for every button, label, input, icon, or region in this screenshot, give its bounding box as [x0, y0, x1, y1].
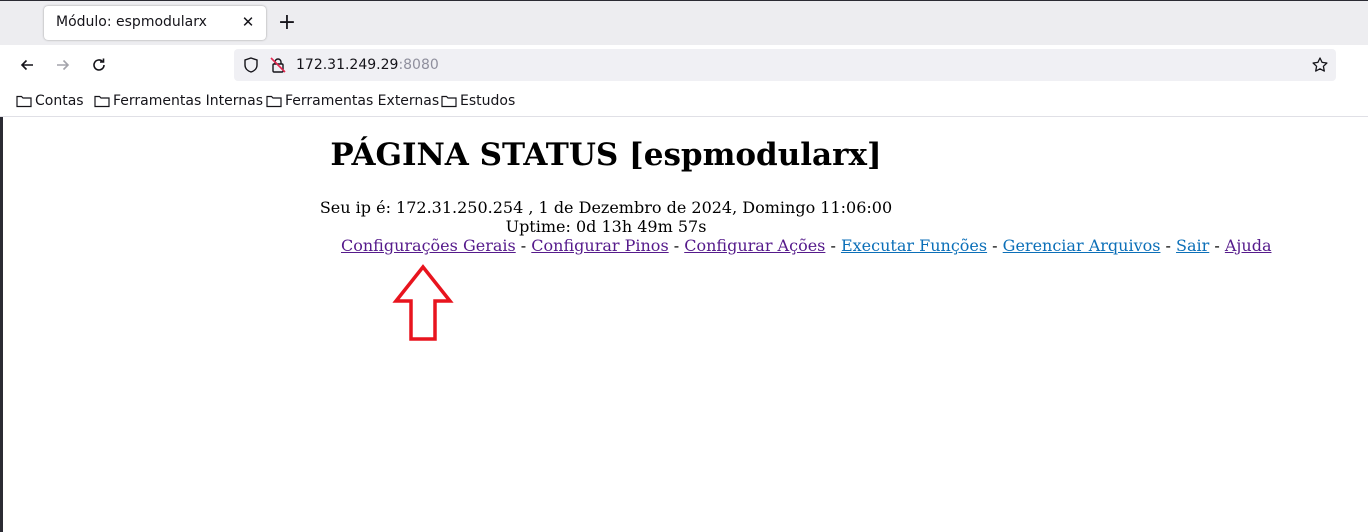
ip-date-line: Seu ip é: 172.31.250.254 , 1 de Dezembro… [319, 198, 893, 217]
url-port: :8080 [398, 57, 439, 73]
bookmark-folder-ferramentas-externas[interactable]: Ferramentas Externas [266, 92, 439, 110]
bookmark-star-icon[interactable] [1311, 56, 1329, 74]
new-tab-icon[interactable]: + [276, 12, 298, 34]
url-host: 172.31.249.29 [296, 57, 399, 73]
bookmark-folder-contas[interactable]: Contas [16, 92, 84, 110]
bookmarks-toolbar: Contas Ferramentas Internas Ferramentas … [0, 86, 1368, 117]
page-title: PÁGINA STATUS [espmodularx] [330, 137, 882, 173]
tab-title: Módulo: espmodularx [56, 14, 207, 30]
insecure-lock-icon[interactable] [269, 56, 287, 74]
folder-icon [441, 95, 457, 108]
bookmark-folder-estudos[interactable]: Estudos [441, 92, 515, 110]
folder-icon [266, 95, 282, 108]
link-separator: - [825, 236, 841, 255]
link-configuracoes-gerais[interactable]: Configurações Gerais [341, 236, 516, 255]
link-configurar-acoes[interactable]: Configurar Ações [684, 236, 825, 255]
navigation-toolbar: 172.31.249.29:8080 [0, 45, 1368, 86]
forward-arrow-icon[interactable] [51, 53, 75, 77]
shield-icon[interactable] [242, 56, 260, 74]
link-gerenciar-arquivos[interactable]: Gerenciar Arquivos [1003, 236, 1161, 255]
link-configurar-pinos[interactable]: Configurar Pinos [531, 236, 668, 255]
link-separator: - [668, 236, 685, 255]
link-separator: - [1160, 236, 1177, 255]
address-bar[interactable]: 172.31.249.29:8080 [234, 49, 1336, 81]
tab-strip: Módulo: espmodularx ✕ + [0, 0, 1368, 46]
red-arrow-annotation-icon [392, 264, 454, 341]
link-sair[interactable]: Sair [1176, 236, 1209, 255]
bookmark-label: Ferramentas Internas [113, 93, 264, 109]
page-content: PÁGINA STATUS [espmodularx] Seu ip é: 17… [0, 117, 1368, 532]
link-separator: - [1209, 236, 1225, 255]
bookmark-folder-ferramentas-internas[interactable]: Ferramentas Internas [94, 92, 263, 110]
active-tab[interactable]: Módulo: espmodularx ✕ [44, 6, 266, 40]
link-executar-funcoes[interactable]: Executar Funções [841, 236, 987, 255]
bookmark-label: Ferramentas Externas [285, 93, 440, 109]
back-arrow-icon[interactable] [15, 53, 39, 77]
link-ajuda[interactable]: Ajuda [1225, 236, 1272, 255]
folder-icon [94, 95, 110, 108]
close-tab-icon[interactable]: ✕ [238, 12, 258, 32]
link-separator: - [515, 236, 532, 255]
link-separator: - [987, 236, 1003, 255]
bookmark-label: Estudos [460, 93, 516, 109]
bookmark-label: Contas [35, 93, 84, 109]
uptime-line: Uptime: 0d 13h 49m 57s [505, 217, 707, 236]
folder-icon [16, 95, 32, 108]
nav-links: Configurações Gerais - Configurar Pinos … [341, 236, 1271, 255]
url-text: 172.31.249.29:8080 [296, 57, 439, 73]
reload-icon[interactable] [87, 53, 111, 77]
